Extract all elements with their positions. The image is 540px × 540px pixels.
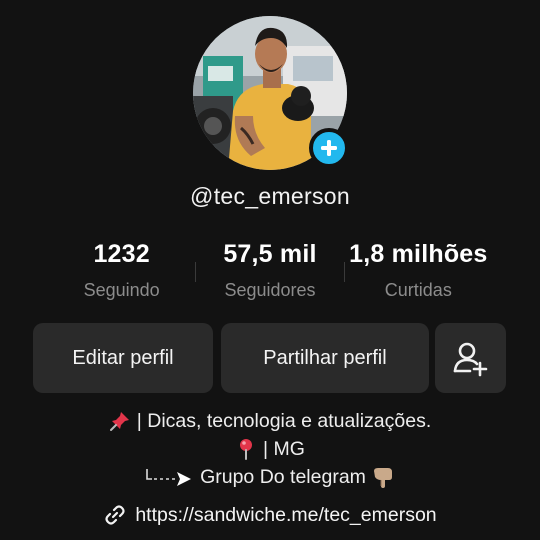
- bio-text: Grupo Do telegram: [200, 466, 366, 488]
- bio-line: | MG: [0, 435, 540, 463]
- location-pin-icon: [240, 439, 253, 460]
- bio-text: | Dicas, tecnologia e atualizações.: [136, 410, 432, 432]
- stat-value: 1,8 milhões: [349, 240, 488, 268]
- edit-profile-button[interactable]: Editar perfil: [33, 323, 213, 393]
- link-url[interactable]: https://sandwiche.me/tec_emerson: [135, 504, 436, 527]
- profile-link[interactable]: https://sandwiche.me/tec_emerson: [0, 503, 540, 527]
- stat-likes[interactable]: 1,8 milhões Curtidas: [345, 240, 492, 301]
- stat-value: 57,5 mil: [223, 240, 317, 268]
- stats-bar: 1232 Seguindo 57,5 mil Seguidores 1,8 mi…: [48, 240, 492, 306]
- bio-line: Grupo Do telegram: [0, 463, 540, 491]
- add-photo-button[interactable]: [309, 128, 349, 168]
- add-friend-button[interactable]: [435, 323, 506, 393]
- stat-following[interactable]: 1232 Seguindo: [48, 240, 195, 301]
- arrow-icon: [146, 469, 192, 486]
- profile-page: @tec_emerson 1232 Seguindo 57,5 mil Segu…: [0, 0, 540, 540]
- plus-icon: [321, 140, 337, 156]
- bio: | Dicas, tecnologia e atualizações. | MG…: [0, 407, 540, 491]
- stat-value: 1232: [93, 240, 150, 268]
- stat-followers[interactable]: 57,5 mil Seguidores: [196, 240, 343, 301]
- share-profile-button[interactable]: Partilhar perfil: [221, 323, 429, 393]
- bio-text: | MG: [263, 438, 305, 460]
- avatar-container[interactable]: [193, 16, 349, 170]
- username: @tec_emerson: [190, 183, 350, 209]
- pointing-down-hand-icon: [373, 468, 392, 488]
- bio-line: | Dicas, tecnologia e atualizações.: [0, 407, 540, 435]
- link-icon: [105, 505, 125, 525]
- stat-label: Seguindo: [83, 280, 160, 300]
- stat-label: Seguidores: [224, 280, 316, 300]
- stat-label: Curtidas: [384, 280, 452, 300]
- pushpin-icon: [109, 412, 129, 431]
- add-friend-icon: [453, 342, 487, 377]
